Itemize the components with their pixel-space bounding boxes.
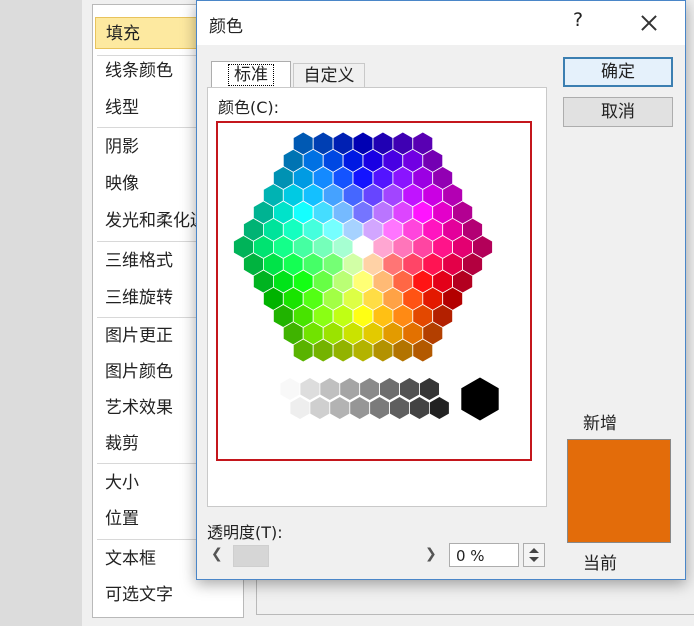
gray-swatch[interactable] [309, 396, 331, 420]
transparency-spinner[interactable] [523, 543, 545, 567]
cancel-button[interactable]: 取消 [563, 97, 673, 127]
help-button[interactable]: ? [565, 9, 591, 37]
transparency-input[interactable]: 0 % [449, 543, 519, 567]
spin-down-icon[interactable] [529, 557, 539, 562]
standard-tab-page: 颜色(C): [207, 87, 547, 507]
tab-standard-label: 标准 [228, 64, 274, 86]
gray-swatch[interactable] [359, 377, 381, 401]
tab-custom[interactable]: 自定义 [293, 63, 365, 87]
gray-swatch[interactable] [349, 396, 371, 420]
slider-thumb[interactable] [233, 545, 269, 567]
transparency-slider[interactable]: ❮ ❯ [207, 543, 441, 567]
gray-swatch[interactable] [279, 377, 301, 401]
colors-label: 颜色(C): [218, 98, 280, 117]
new-color-label: 新增 [583, 414, 617, 434]
hex-color-palette [233, 131, 500, 422]
gray-swatch[interactable] [399, 377, 420, 401]
gray-swatch[interactable] [369, 396, 391, 420]
gray-swatch[interactable] [329, 396, 351, 420]
gray-swatch[interactable] [339, 377, 361, 401]
gray-swatch[interactable] [409, 396, 430, 420]
nav-item-alt-text[interactable]: 可选文字 [95, 579, 241, 611]
gray-swatch[interactable] [299, 377, 321, 401]
left-window-strip [0, 0, 83, 626]
gray-swatch[interactable] [289, 396, 311, 420]
close-icon[interactable] [633, 7, 665, 39]
gray-swatch[interactable] [389, 396, 410, 420]
black-swatch[interactable] [460, 376, 500, 422]
gray-swatch[interactable] [319, 377, 341, 401]
transparency-label: 透明度(T): [207, 523, 283, 542]
new-color-swatch [567, 439, 671, 543]
spin-up-icon[interactable] [529, 548, 539, 553]
gray-swatch[interactable] [419, 377, 440, 401]
tab-standard[interactable]: 标准 [211, 61, 291, 87]
dialog-titlebar: 颜色 ? [197, 1, 685, 45]
chevron-right-icon[interactable]: ❯ [425, 546, 439, 564]
gray-swatch[interactable] [428, 396, 450, 420]
current-color-label: 当前 [583, 554, 617, 574]
color-palette [216, 121, 532, 461]
ok-button[interactable]: 确定 [563, 57, 673, 87]
chevron-left-icon[interactable]: ❮ [211, 546, 225, 564]
colors-dialog: 颜色 ? 标准 自定义 颜色(C): 透明度(T): ❮ ❯ 0 % 确定 取消… [196, 0, 686, 580]
dialog-title: 颜色 [209, 17, 243, 37]
gray-swatch[interactable] [379, 377, 401, 401]
